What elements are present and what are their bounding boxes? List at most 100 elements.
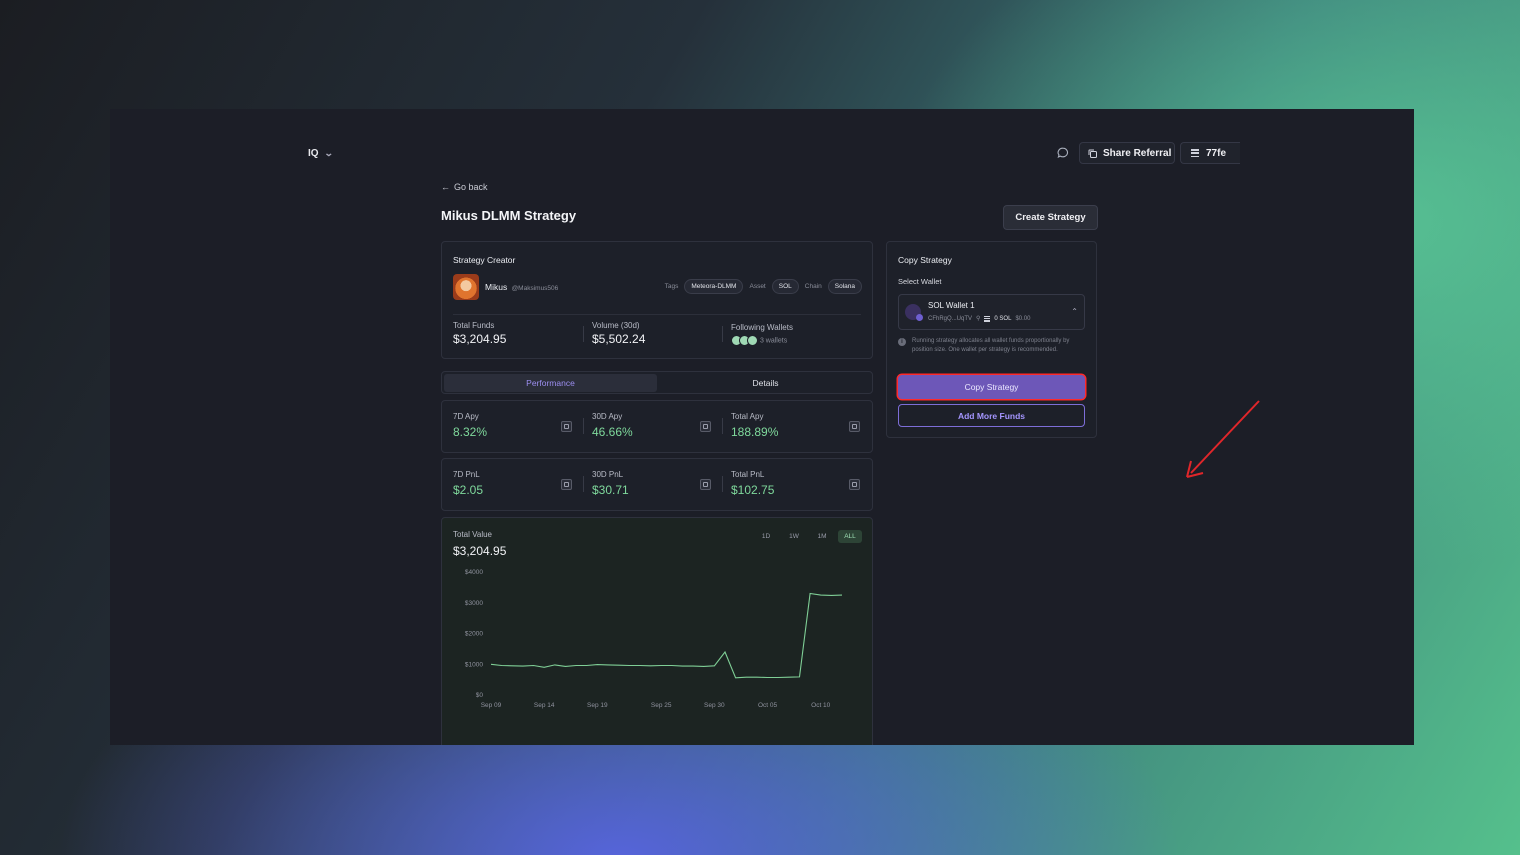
tag-pill: Meteora-DLMM <box>684 279 744 294</box>
timeframe-1w[interactable]: 1W <box>782 530 806 543</box>
y-tick-label: $4000 <box>465 569 483 576</box>
wallet-details: CFhRgQ...UqTV ⚲ 0 SOL $0.00 <box>928 315 1030 322</box>
total-funds-stat: Total Funds $3,204.95 <box>453 321 506 346</box>
x-tick-label: Sep 14 <box>534 702 555 709</box>
metric-label: 30D PnL <box>592 470 624 479</box>
chart-icon[interactable] <box>849 421 860 432</box>
avatar[interactable] <box>453 274 479 300</box>
wallet-usd: $0.00 <box>1015 315 1031 322</box>
following-wallets-count: 3 wallets <box>759 337 788 345</box>
chain-label: Chain <box>804 283 822 290</box>
y-tick-label: $2000 <box>465 631 483 638</box>
metric-label: Total PnL <box>731 470 765 479</box>
solana-icon <box>1191 149 1199 157</box>
wallet-avatars-icon <box>731 335 758 346</box>
calendar-icon[interactable] <box>561 421 572 432</box>
go-back-label: Go back <box>454 182 488 192</box>
timeframe-1d[interactable]: 1D <box>754 530 778 543</box>
metric-7d-pnl: 7D PnL $2.05 <box>453 470 483 497</box>
divider <box>583 418 584 434</box>
following-wallets-stat: Following Wallets 3 wallets <box>731 323 793 346</box>
arrow-left-icon: ← <box>441 182 450 192</box>
metric-label: 30D Apy <box>592 412 623 421</box>
tags-label: Tags <box>664 283 679 290</box>
chain-pill: Solana <box>827 279 862 294</box>
add-more-funds-button[interactable]: Add More Funds <box>898 404 1085 427</box>
select-wallet-label: Select Wallet <box>898 277 942 286</box>
tab-performance[interactable]: Performance <box>444 374 657 392</box>
creator-handle: @Maksimus506 <box>511 285 559 292</box>
metric-value: $2.05 <box>453 483 484 497</box>
copy-strategy-button[interactable]: Copy Strategy <box>898 375 1085 399</box>
chat-icon[interactable] <box>1056 146 1070 160</box>
x-tick-label: Sep 30 <box>704 702 725 709</box>
calendar-icon[interactable] <box>700 421 711 432</box>
chart-label: Total Value <box>453 530 492 539</box>
brand-menu[interactable]: IQ ⌄ <box>304 143 342 163</box>
timeframe-1m[interactable]: 1M <box>810 530 834 543</box>
calendar-icon[interactable] <box>700 479 711 490</box>
divider <box>453 314 861 315</box>
chart-icon[interactable] <box>849 479 860 490</box>
wallet-address: CFhRgQ...UqTV <box>928 315 973 322</box>
x-tick-label: Sep 19 <box>587 702 608 709</box>
search-icon[interactable]: ⚲ <box>976 315 980 322</box>
chevron-up-icon: ⌃ <box>1071 307 1078 316</box>
metric-value: 8.32% <box>453 425 488 439</box>
wallet-name: SOL Wallet 1 <box>928 301 975 310</box>
total-funds-label: Total Funds <box>453 321 495 330</box>
metric-label: Total Apy <box>731 412 764 421</box>
wallet-avatar-icon <box>905 304 923 321</box>
following-wallets-label: Following Wallets <box>731 323 793 332</box>
wallet-button[interactable]: 77fe <box>1180 142 1240 164</box>
wallet-select[interactable]: SOL Wallet 1 CFhRgQ...UqTV ⚲ 0 SOL $0.00… <box>898 294 1085 330</box>
metric-value: 46.66% <box>592 425 633 439</box>
metric-total-apy: Total Apy 188.89% <box>731 412 778 439</box>
asset-label: Asset <box>749 283 766 290</box>
volume-value: $5,502.24 <box>592 332 646 346</box>
chevron-down-icon: ⌄ <box>323 147 334 158</box>
total-funds-value: $3,204.95 <box>453 332 507 346</box>
metric-30d-pnl: 30D PnL $30.71 <box>592 470 629 497</box>
brand-label: IQ <box>308 147 319 159</box>
timeframe-all[interactable]: ALL <box>838 530 862 543</box>
wallet-balance: 0 SOL <box>994 315 1012 322</box>
share-referral-button[interactable]: Share Referral <box>1079 142 1175 164</box>
creator-heading: Strategy Creator <box>453 255 516 265</box>
app-screen: IQ ⌄ Share Referral 77fe ← Go back Mikus… <box>110 109 1414 745</box>
create-strategy-button[interactable]: Create Strategy <box>1003 205 1098 230</box>
x-tick-label: Sep 25 <box>651 702 672 709</box>
series-line <box>490 592 843 679</box>
total-value-chart-card: Total Value $3,204.95 1D 1W 1M ALL $4000… <box>441 517 873 745</box>
metric-7d-apy: 7D Apy 8.32% <box>453 412 487 439</box>
tab-details[interactable]: Details <box>659 374 872 392</box>
wallet-address-short: 77fe <box>1206 147 1227 159</box>
divider <box>722 476 723 492</box>
copy-icon <box>1088 149 1097 158</box>
copy-heading: Copy Strategy <box>898 255 952 265</box>
metric-value: $102.75 <box>731 483 775 497</box>
x-tick-label: Sep 09 <box>481 702 502 709</box>
timeframe-selector: 1D 1W 1M ALL <box>754 530 862 543</box>
share-referral-label: Share Referral <box>1103 147 1172 159</box>
metric-value: $30.71 <box>592 483 629 497</box>
tags-row: Tags Meteora-DLMM Asset SOL Chain Solana <box>665 279 862 294</box>
metric-label: 7D PnL <box>453 470 480 479</box>
go-back-link[interactable]: ← Go back <box>441 182 488 192</box>
apy-metrics-card: 7D Apy 8.32% 30D Apy 46.66% Total Apy 18… <box>441 400 873 453</box>
following-wallets-row[interactable]: 3 wallets <box>731 335 793 346</box>
creator-name[interactable]: Mikus <box>485 282 507 292</box>
strategy-creator-card: Strategy Creator Mikus @Maksimus506 Tags… <box>441 241 873 359</box>
chart-value: $3,204.95 <box>453 544 507 558</box>
volume-stat: Volume (30d) $5,502.24 <box>592 321 645 346</box>
annotation-arrow-icon <box>1186 400 1260 478</box>
calendar-icon[interactable] <box>561 479 572 490</box>
divider <box>583 326 584 342</box>
creator-name-row: Mikus @Maksimus506 <box>485 282 558 292</box>
y-tick-label: $3000 <box>465 600 483 607</box>
solana-icon <box>984 315 991 322</box>
copy-strategy-card: Copy Strategy Select Wallet SOL Wallet 1… <box>886 241 1097 438</box>
y-tick-label: $0 <box>476 692 484 699</box>
divider <box>583 476 584 492</box>
pnl-metrics-card: 7D PnL $2.05 30D PnL $30.71 Total PnL $1… <box>441 458 873 511</box>
